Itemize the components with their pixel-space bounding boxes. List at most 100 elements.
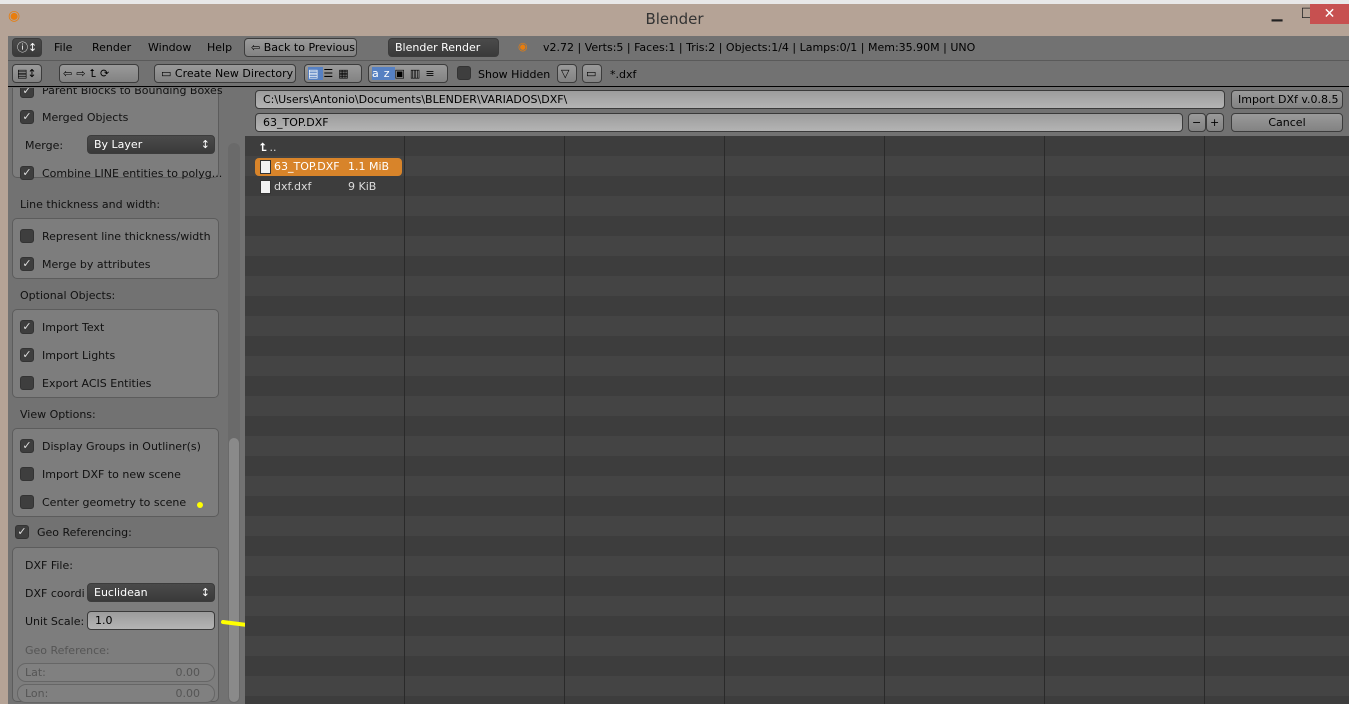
sort-alpha-icon[interactable]: az <box>372 67 395 80</box>
geo-referencing-checkbox[interactable]: ✓ <box>15 525 29 539</box>
parent-blocks-label: Parent Blocks to Bounding Boxes <box>42 88 223 97</box>
show-hidden-label: Show Hidden <box>478 68 551 81</box>
column-separator <box>404 136 405 704</box>
back-arrow-icon[interactable]: ⇦ <box>63 67 76 80</box>
display-groups-checkbox[interactable]: ✓ <box>20 439 34 453</box>
column-separator <box>884 136 885 704</box>
back-to-previous-button[interactable]: ⇦ Back to Previous <box>244 38 357 57</box>
file-size: 9 KiB <box>348 180 377 193</box>
thumbnails-icon[interactable]: ▦ <box>338 67 353 80</box>
file-item-selected[interactable]: 63_TOP.DXF 1.1 MiB <box>255 158 402 176</box>
import-options-panel: ✓ Parent Blocks to Bounding Boxes ✓ Merg… <box>8 88 244 704</box>
editor-type-file-browser-icon[interactable]: ▤↕ <box>12 64 42 83</box>
import-lights-label: Import Lights <box>42 349 116 362</box>
lon-value: 0.00 <box>175 687 201 700</box>
file-item[interactable]: dxf.dxf 9 KiB <box>255 178 402 196</box>
geo-reference-label: Geo Reference: <box>25 644 110 657</box>
filter-glob[interactable]: *.dxf <box>610 68 636 81</box>
combine-lines-label: Combine LINE entities to polyg... <box>42 167 223 180</box>
updown-icon: ↕ <box>200 138 210 151</box>
cancel-button[interactable]: Cancel <box>1231 113 1343 132</box>
filename-input[interactable]: 63_TOP.DXF <box>255 113 1183 132</box>
import-lights-checkbox[interactable]: ✓ <box>20 348 34 362</box>
sort-ext-icon[interactable]: ▣ <box>395 67 410 80</box>
row-stripe <box>245 316 1349 336</box>
file-name: dxf.dxf <box>274 180 312 193</box>
blender-window: ⓘ↕ File Render Window Help ⇦ Back to Pre… <box>8 36 1349 704</box>
import-text-label: Import Text <box>42 321 105 334</box>
parent-blocks-checkbox[interactable]: ✓ <box>20 88 34 98</box>
scene-stats: v2.72 | Verts:5 | Faces:1 | Tris:2 | Obj… <box>543 41 976 54</box>
editor-type-info-icon[interactable]: ⓘ↕ <box>12 38 42 57</box>
unit-scale-label: Unit Scale: <box>25 615 85 628</box>
info-header: ⓘ↕ File Render Window Help ⇦ Back to Pre… <box>8 36 1349 61</box>
combine-lines-checkbox[interactable]: ✓ <box>20 166 34 180</box>
short-list-icon[interactable]: ▤ <box>308 67 324 80</box>
blocks-box <box>12 88 219 178</box>
represent-thickness-checkbox[interactable] <box>20 229 34 243</box>
import-text-checkbox[interactable]: ✓ <box>20 320 34 334</box>
new-scene-checkbox[interactable] <box>20 467 34 481</box>
row-stripe <box>245 516 1349 536</box>
folder-filter-icon[interactable]: ▭ <box>582 64 602 83</box>
column-separator <box>1044 136 1045 704</box>
display-mode-buttons[interactable]: ▤☰▦ <box>304 64 362 83</box>
lat-label: Lat: <box>25 666 46 679</box>
file-list: ⮤.. 63_TOP.DXF 1.1 MiB dxf.dxf 9 KiB <box>245 136 1349 704</box>
lat-field[interactable]: Lat: 0.00 <box>17 663 215 682</box>
view-section-label: View Options: <box>20 408 96 421</box>
filter-icon[interactable]: ▽ <box>557 64 577 83</box>
center-geometry-label: Center geometry to scene <box>42 496 187 509</box>
display-groups-label: Display Groups in Outliner(s) <box>42 440 201 453</box>
decrement-filename-button[interactable]: − <box>1188 113 1206 132</box>
row-stripe <box>245 156 1349 176</box>
merge-attributes-checkbox[interactable]: ✓ <box>20 257 34 271</box>
merged-objects-label: Merged Objects <box>42 111 129 124</box>
file-icon <box>260 180 271 194</box>
back-icon: ⇦ <box>251 41 264 54</box>
row-stripe <box>245 436 1349 456</box>
merge-label: Merge: <box>25 139 64 152</box>
menu-help[interactable]: Help <box>207 41 232 54</box>
create-new-directory-button[interactable]: ▭ Create New Directory <box>154 64 296 83</box>
dxf-coord-select[interactable]: Euclidean ↕ <box>87 583 215 602</box>
sort-buttons[interactable]: az▣▥≡ <box>368 64 448 83</box>
annotation-dot <box>197 502 203 508</box>
refresh-icon[interactable]: ⟳ <box>100 67 113 80</box>
row-stripe <box>245 196 1349 216</box>
lon-field[interactable]: Lon: 0.00 <box>17 684 215 703</box>
import-button[interactable]: Import DXf v.0.8.5 <box>1231 90 1343 109</box>
scrollbar-thumb[interactable] <box>229 438 239 702</box>
parent-dir-icon: ⮤ <box>260 141 267 154</box>
row-stripe <box>245 356 1349 376</box>
title-bar: ◉ Blender ▁ ☐ ✕ <box>0 0 1349 34</box>
menu-render[interactable]: Render <box>92 41 131 54</box>
menu-window[interactable]: Window <box>148 41 191 54</box>
parent-directory-item[interactable]: ⮤.. <box>255 139 402 157</box>
sort-time-icon[interactable]: ▥ <box>410 67 425 80</box>
dxf-coord-value: Euclidean <box>94 586 148 599</box>
show-hidden-checkbox[interactable] <box>457 66 471 80</box>
row-stripe <box>245 396 1349 416</box>
row-stripe <box>245 556 1349 576</box>
long-list-icon[interactable]: ☰ <box>323 67 338 80</box>
merge-select[interactable]: By Layer ↕ <box>87 135 215 154</box>
nav-buttons[interactable]: ⇦⇨⮤⟳ <box>59 64 139 83</box>
directory-path-input[interactable]: C:\Users\Antonio\Documents\BLENDER\VARIA… <box>255 90 1225 109</box>
updown-icon: ↕ <box>200 586 210 599</box>
merged-objects-checkbox[interactable]: ✓ <box>20 110 34 124</box>
sort-size-icon[interactable]: ≡ <box>425 67 439 80</box>
file-browser-toolbar: ▤↕ ⇦⇨⮤⟳ ▭ Create New Directory ▤☰▦ az▣▥≡… <box>8 62 1349 87</box>
center-geometry-checkbox[interactable] <box>20 495 34 509</box>
render-engine-select[interactable]: Blender Render <box>388 38 499 57</box>
parent-dir-icon[interactable]: ⮤ <box>89 67 100 80</box>
file-name: .. <box>269 141 277 154</box>
optional-section-label: Optional Objects: <box>20 289 116 302</box>
unit-scale-input[interactable]: 1.0 <box>87 611 215 630</box>
export-acis-checkbox[interactable] <box>20 376 34 390</box>
row-stripe <box>245 236 1349 256</box>
increment-filename-button[interactable]: + <box>1206 113 1224 132</box>
close-button[interactable]: ✕ <box>1310 4 1349 24</box>
forward-arrow-icon[interactable]: ⇨ <box>76 67 89 80</box>
menu-file[interactable]: File <box>54 41 72 54</box>
